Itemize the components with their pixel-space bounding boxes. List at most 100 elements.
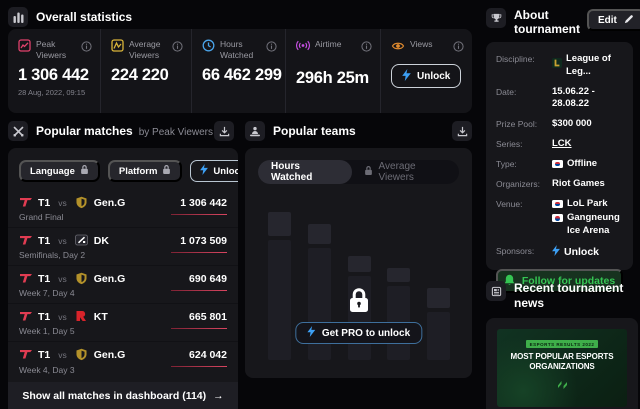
about-row-date: Date: 15.06.22 - 28.08.22 [496,86,623,112]
download-icon[interactable] [214,121,234,141]
row-label: Discipline: [496,53,548,79]
team1-logo [19,272,33,285]
discipline-value[interactable]: League of Leg... [566,53,623,79]
news-badge: ESPORTS RESULTS 2022 [526,340,599,348]
download-icon[interactable] [452,121,472,141]
team2-logo [75,348,89,361]
about-row-venue: Venue: LoL Park Gangneung Ice Arena [496,198,623,238]
team1-name: T1 [38,349,50,361]
team1-logo [19,196,33,209]
filters-unlock-button[interactable]: Unlock [190,160,238,182]
viewers-sparkline [171,214,227,215]
edit-label: Edit [598,15,617,26]
get-pro-button[interactable]: Get PRO to unlock [295,322,422,344]
team2-name: KT [94,311,108,323]
about-row-series: Series: LCK [496,138,623,151]
venue-value-1: LoL Park [567,198,607,211]
matches-section-title: Popular matches [36,124,133,138]
about-section-title: About tournament [514,8,584,36]
popular-teams-card: Hours Watched Average Viewers Get PRO to… [245,148,472,378]
language-filter-label: Language [30,166,75,177]
prize-value: $300 000 [552,118,623,131]
info-icon[interactable] [172,39,183,57]
info-icon[interactable] [81,39,92,57]
team1-name: T1 [38,235,50,247]
news-card[interactable]: ESPORTS RESULTS 2022 MOST POPULAR ESPORT… [486,318,638,409]
team2-name: DK [94,235,109,247]
sponsors-unlock-label[interactable]: Unlock [564,245,599,259]
show-all-matches-label: Show all matches in dashboard (114) [22,390,206,402]
info-icon[interactable] [361,39,372,57]
about-row-discipline: Discipline: League of Leg... [496,53,623,79]
league-of-legends-icon [552,58,562,73]
about-row-sponsors: Sponsors: Unlock [496,245,623,260]
stat-views: Views Unlock [380,29,472,113]
match-row[interactable]: T1 vs DK Semifinals, Day 2 1 073 509 [8,228,238,266]
vs-label: vs [58,274,67,284]
type-value: Offline [567,158,597,171]
tab-hours-watched[interactable]: Hours Watched [258,160,352,184]
viewers-sparkline [171,328,227,329]
stat-label: Airtime [315,39,356,50]
viewers-sparkline [171,366,227,367]
team2-logo [75,310,89,323]
dashboard-page: Overall statistics Peak Viewers 1 306 44… [0,0,640,409]
hours-watched-icon [202,39,215,57]
team1-logo [19,310,33,323]
tab-average-viewers[interactable]: Average Viewers [352,161,459,183]
vs-label: vs [58,312,67,322]
stat-airtime: Airtime 296h 25m [285,29,380,113]
match-row[interactable]: T1 vs Gen.G Week 7, Day 4 690 649 [8,266,238,304]
language-filter-button[interactable]: Language [19,160,100,182]
south-korea-flag-icon [552,160,563,168]
stat-value: 1 306 442 [18,66,92,85]
team2-name: Gen.G [94,273,126,285]
esports-charts-logo [558,376,567,394]
stat-hours-watched: Hours Watched 66 462 299 [191,29,285,113]
lock-icon [364,165,373,179]
team-icon [245,121,265,141]
peak-viewers-value: 690 649 [189,273,227,285]
matches-section-subtitle: by Peak Viewers [139,127,213,138]
stat-value: 66 462 299 [202,66,286,85]
about-row-organizers: Organizers: Riot Games [496,178,623,191]
platform-filter-label: Platform [119,166,158,177]
news-image[interactable]: ESPORTS RESULTS 2022 MOST POPULAR ESPORT… [497,329,627,407]
stat-value: 224 220 [111,66,183,85]
info-icon[interactable] [453,39,464,57]
match-row[interactable]: T1 vs KT Week 1, Day 5 665 801 [8,304,238,342]
platform-filter-button[interactable]: Platform [108,160,183,182]
viewers-sparkline [171,252,227,253]
bolt-icon [200,164,208,178]
show-all-matches-button[interactable]: Show all matches in dashboard (114) → [8,382,238,409]
match-stage: Semifinals, Day 2 [19,250,85,260]
stat-peak-viewers: Peak Viewers 1 306 442 28 Aug, 2022, 09:… [8,29,100,113]
edit-button[interactable]: Edit [587,9,640,31]
match-stage: Week 1, Day 5 [19,326,75,336]
stat-label: Peak Viewers [36,39,76,61]
south-korea-flag-icon [552,214,563,222]
overall-stats-card: Peak Viewers 1 306 442 28 Aug, 2022, 09:… [8,29,472,113]
match-row[interactable]: T1 vs Gen.G Grand Final 1 306 442 [8,190,238,228]
crossed-swords-icon [8,121,28,141]
info-icon[interactable] [266,39,277,57]
row-label: Venue: [496,198,548,238]
series-link[interactable]: LCK [552,138,623,151]
team1-logo [19,234,33,247]
unlock-label: Unlock [213,166,238,177]
bar-chart-icon [8,7,28,27]
teams-tabs: Hours Watched Average Viewers [258,160,459,184]
lock-icon [348,288,370,319]
about-tournament-card: Discipline: League of Leg... Date: 15.06… [486,42,633,270]
south-korea-flag-icon [552,200,563,208]
stat-label: Views [410,39,448,50]
match-row[interactable]: T1 vs Gen.G Week 4, Day 3 624 042 [8,342,238,380]
vs-label: vs [58,350,67,360]
peak-viewers-value: 624 042 [189,349,227,361]
peak-viewers-value: 1 073 509 [180,235,227,247]
team1-name: T1 [38,273,50,285]
page-title: Overall statistics [36,10,132,24]
skeleton-bar [427,288,450,360]
views-unlock-button[interactable]: Unlock [391,64,461,88]
stat-value: 296h 25m [296,69,372,88]
